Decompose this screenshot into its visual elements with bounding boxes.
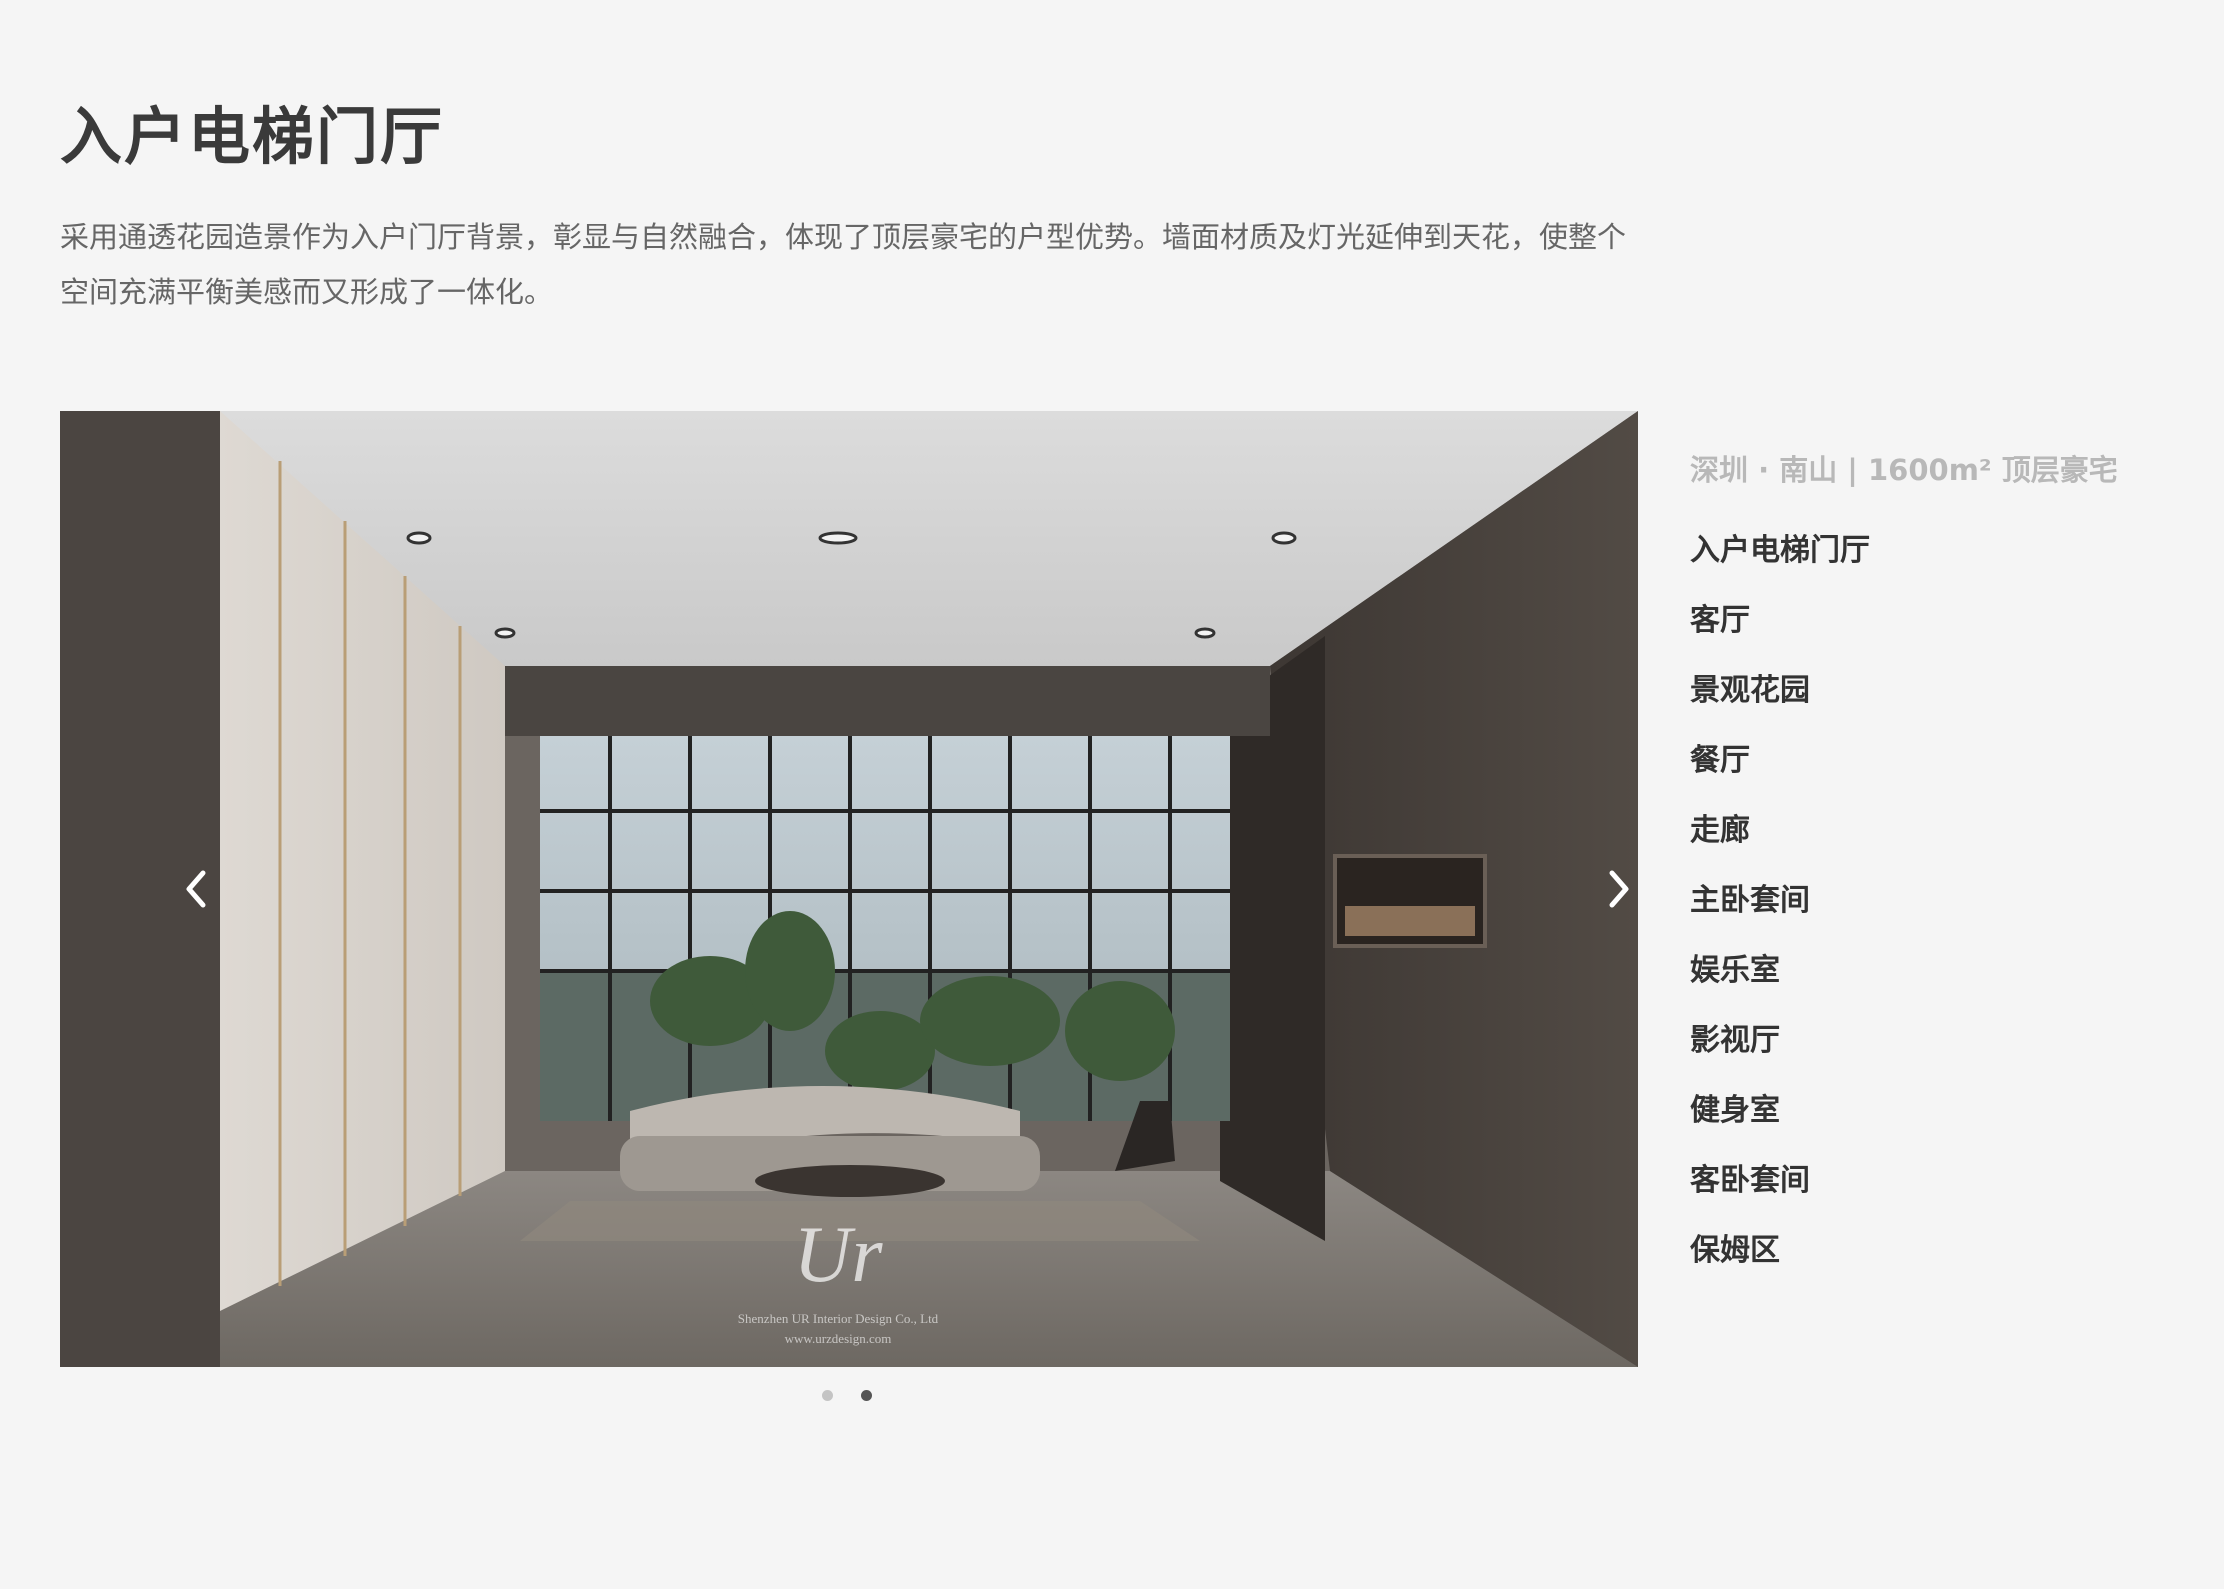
watermark-company: Shenzhen UR Interior Design Co., Ltd — [738, 1311, 939, 1326]
nav-item-guest-suite[interactable]: 客卧套间 — [1690, 1146, 2190, 1216]
lobby-rendering-image: Ur Shenzhen UR Interior Design Co., Ltd … — [60, 411, 1638, 1367]
image-slider[interactable]: Ur Shenzhen UR Interior Design Co., Ltd … — [60, 411, 1638, 1367]
nav-item-home-theater[interactable]: 影视厅 — [1690, 1006, 2190, 1076]
nav-item-dining-room[interactable]: 餐厅 — [1690, 726, 2190, 796]
nav-item-gym[interactable]: 健身室 — [1690, 1076, 2190, 1146]
project-label: 深圳 · 南山 | 1600m² 顶层豪宅 — [1690, 453, 2118, 487]
nav-item-nanny-area[interactable]: 保姆区 — [1690, 1216, 2190, 1286]
sidebar: 深圳 · 南山 | 1600m² 顶层豪宅 入户电梯门厅 客厅 景观花园 餐厅 … — [1690, 446, 2190, 1286]
watermark-logo: Ur — [794, 1211, 884, 1299]
nav-item-landscape-garden[interactable]: 景观花园 — [1690, 656, 2190, 726]
nav-item-entrance-lobby[interactable]: 入户电梯门厅 — [1690, 516, 2190, 586]
page-description: 采用通透花园造景作为入户门厅背景，彰显与自然融合，体现了顶层豪宅的户型优势。墙面… — [60, 220, 1627, 309]
slider-dot[interactable] — [822, 1390, 833, 1401]
nav-item-living-room[interactable]: 客厅 — [1690, 586, 2190, 656]
nav-item-corridor[interactable]: 走廊 — [1690, 796, 2190, 866]
section-nav: 入户电梯门厅 客厅 景观花园 餐厅 走廊 主卧套间 娱乐室 影视厅 健身室 客卧… — [1690, 516, 2190, 1286]
slider-dot-active[interactable] — [861, 1390, 872, 1401]
chevron-left-icon — [181, 867, 209, 911]
nav-item-entertainment-room[interactable]: 娱乐室 — [1690, 936, 2190, 1006]
nav-item-master-suite[interactable]: 主卧套间 — [1690, 866, 2190, 936]
chevron-right-icon — [1606, 867, 1634, 911]
watermark-website: www.urzdesign.com — [785, 1331, 892, 1346]
page-title: 入户电梯门厅 — [60, 100, 445, 173]
slider-prev-button[interactable] — [160, 849, 230, 929]
slider-pagination — [822, 1390, 872, 1401]
slider-next-button[interactable] — [1585, 849, 1638, 929]
